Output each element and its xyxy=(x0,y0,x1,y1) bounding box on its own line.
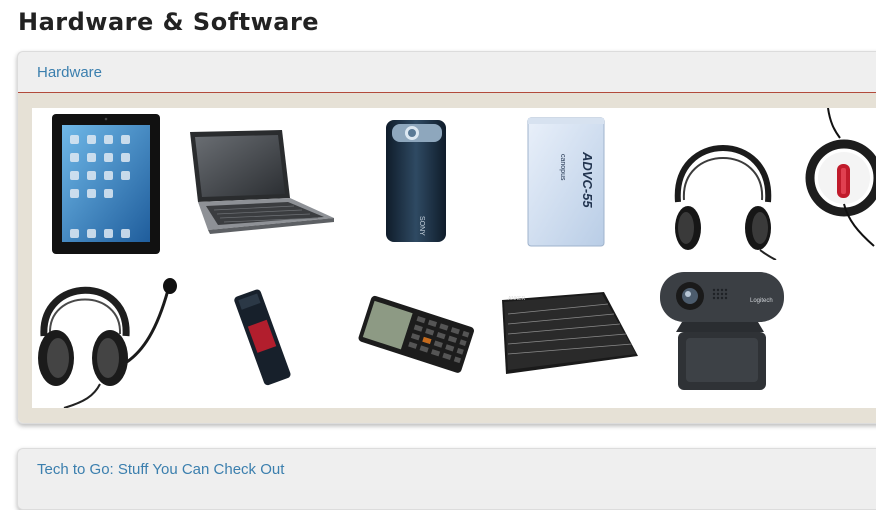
gallery-item-camcorder[interactable]: SONY xyxy=(382,116,450,246)
hardware-panel-header[interactable]: Hardware xyxy=(18,52,876,93)
hardware-panel-title[interactable]: Hardware xyxy=(37,64,102,81)
gallery-item-headset[interactable] xyxy=(34,266,182,408)
gallery-item-usb-microphone[interactable] xyxy=(804,108,876,250)
advc-label: ADVC-55 xyxy=(580,151,595,208)
usb-microphone-icon xyxy=(805,108,876,247)
gallery-item-ipad[interactable] xyxy=(51,113,161,255)
wireless-keyboard-icon: ANKER xyxy=(502,292,638,374)
keyboard-brand: ANKER xyxy=(508,296,526,302)
svg-text:SONY: SONY xyxy=(418,216,425,236)
gallery-item-video-converter[interactable]: ADVC-55 canopus xyxy=(525,114,607,250)
tech-to-go-panel: Tech to Go: Stuff You Can Check Out xyxy=(17,448,876,510)
advc-brand: canopus xyxy=(559,154,566,181)
gallery-item-keyboard[interactable]: ANKER xyxy=(492,290,640,378)
webcam-brand: Logitech xyxy=(750,298,773,304)
gallery-item-laptop[interactable] xyxy=(184,126,336,238)
webcam-icon: Logitech xyxy=(660,272,784,390)
laptop-icon xyxy=(190,130,334,234)
hardware-panel-body: SONY ADVC-55 canopus ANKER Logitech xyxy=(18,93,876,423)
gallery-item-calculator[interactable] xyxy=(354,294,476,376)
gallery-item-webcam[interactable]: Logitech xyxy=(652,268,792,396)
gallery-item-flash-drive[interactable] xyxy=(218,284,308,388)
usb-flash-drive-icon xyxy=(234,289,291,386)
hardware-panel: Hardware SONY ADVC-55 canopus ANKER Logi… xyxy=(17,51,876,424)
hardware-gallery: SONY ADVC-55 canopus ANKER Logitech xyxy=(32,108,876,408)
graphing-calculator-icon xyxy=(358,295,474,373)
tech-to-go-panel-header[interactable]: Tech to Go: Stuff You Can Check Out xyxy=(18,449,876,490)
page-title: Hardware & Software xyxy=(18,8,320,36)
pocket-camcorder-icon: SONY xyxy=(386,120,446,242)
video-converter-box-icon: ADVC-55 canopus xyxy=(527,117,605,247)
gallery-item-headphones[interactable] xyxy=(664,110,782,260)
headset-with-mic-icon xyxy=(38,278,177,408)
headphones-icon xyxy=(674,145,777,260)
tech-to-go-panel-title[interactable]: Tech to Go: Stuff You Can Check Out xyxy=(37,461,284,478)
ipad-tablet-icon xyxy=(52,114,160,254)
